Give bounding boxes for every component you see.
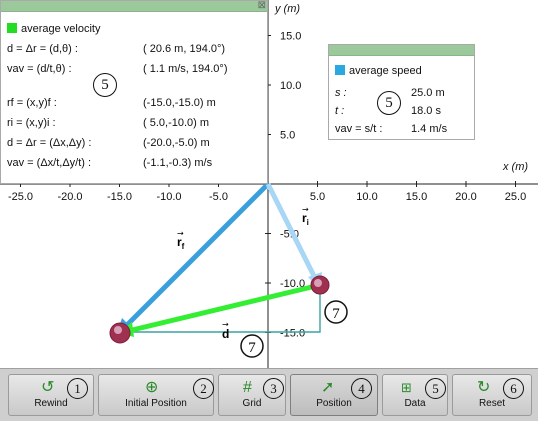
d-arrow: → (222, 320, 229, 329)
grid-button[interactable]: # 3 Grid (218, 374, 286, 416)
marker-7-left: 7 (248, 340, 256, 356)
y-axis-title: y (m) (274, 3, 300, 15)
x-tick-label: 25.0 (505, 191, 526, 203)
velocity-panel-marker: 5 (93, 73, 117, 97)
toolbar: ↺ 1 Rewind ⊕ 2 Initial Position # 3 Grid… (0, 368, 538, 421)
reset-label: Reset (478, 398, 506, 409)
initial-position-label: Initial Position (125, 398, 187, 409)
position-marker: 4 (351, 378, 372, 399)
velocity-panel-titlebar[interactable]: ⊠ (1, 0, 267, 12)
data-label: Data (404, 398, 426, 409)
velocity-row-value: ( 20.6 m, 194.0°) (143, 43, 226, 55)
rewind-button[interactable]: ↺ 1 Rewind (8, 374, 94, 416)
y-tick-label: -15.0 (280, 328, 305, 340)
y-tick-label: 10.0 (280, 80, 301, 92)
speed-row-value: 25.0 m (411, 87, 445, 99)
speed-row-value: 1.4 m/s (411, 123, 448, 135)
x-tick-label: 5.0 (310, 191, 325, 203)
rewind-marker: 1 (67, 378, 88, 399)
velocity-legend: average velocity (7, 23, 101, 35)
average-speed-panel[interactable]: average speed s : 25.0 m t : 18.0 s vav … (328, 44, 475, 140)
arrow-icon: ➚ (321, 379, 335, 396)
speed-row-label: vav = s/t : (335, 123, 383, 135)
speed-legend: average speed (335, 65, 422, 77)
velocity-legend-swatch (7, 23, 17, 33)
close-icon[interactable]: ⊠ (258, 0, 266, 11)
speed-row-value: 18.0 s (411, 105, 441, 117)
initial-position-vector (265, 182, 319, 282)
speed-row-label: s : (335, 87, 347, 99)
rf-arrow: → (177, 229, 184, 238)
y-tick-label: 15.0 (280, 31, 301, 43)
data-icon: ⊞ (401, 380, 412, 395)
x-tick-label: 20.0 (455, 191, 476, 203)
speed-row-label: t : (335, 105, 345, 117)
velocity-row-label: vav = (Δx/t,Δy/t) : (7, 157, 92, 169)
velocity-row-value: ( 1.1 m/s, 194.0°) (143, 63, 228, 75)
average-velocity-panel[interactable]: ⊠ average velocity d = Δr = (d,θ) : ( 20… (0, 0, 268, 184)
velocity-row-label: ri = (x,y)i : (7, 117, 56, 129)
reset-icon: ↻ (477, 379, 491, 396)
grid-icon: # (243, 379, 252, 396)
speed-legend-label: average speed (349, 65, 422, 77)
grid-label: Grid (242, 398, 262, 409)
velocity-legend-label: average velocity (21, 23, 101, 35)
speed-panel-marker: 5 (377, 91, 401, 115)
velocity-row-value: ( 5.0,-10.0) m (143, 117, 210, 129)
velocity-row-value: (-20.0,-5.0) m (143, 137, 210, 149)
velocity-row-value: (-1.1,-0.3) m/s (143, 157, 213, 169)
x-tick-label: -15.0 (107, 191, 132, 203)
final-position-vector (122, 182, 270, 330)
y-tick-label: 5.0 (280, 130, 295, 142)
rewind-label: Rewind (34, 398, 68, 409)
x-tick-label: -20.0 (57, 191, 82, 203)
velocity-row-label: d = Δr = (Δx,Δy) : (7, 137, 92, 149)
final-object-speckle (114, 326, 122, 334)
position-label: Position (316, 398, 352, 409)
x-tick-label: -5.0 (209, 191, 228, 203)
reset-marker: 6 (503, 378, 524, 399)
position-button[interactable]: ➚ 4 Position (290, 374, 378, 416)
speed-legend-swatch (335, 65, 345, 75)
x-tick-label: -10.0 (156, 191, 181, 203)
velocity-row-label: rf = (x,y)f : (7, 97, 57, 109)
velocity-row-value: (-15.0,-15.0) m (143, 97, 216, 109)
initial-object-speckle (314, 279, 322, 287)
speed-panel-titlebar[interactable] (329, 45, 474, 56)
initial-position-marker: 2 (193, 378, 214, 399)
x-tick-label: 15.0 (406, 191, 427, 203)
reset-button[interactable]: ↻ 6 Reset (452, 374, 532, 416)
crosshair-icon: ⊕ (145, 379, 159, 396)
marker-7-right: 7 (332, 306, 340, 322)
velocity-row-label: vav = (d/t,θ) : (7, 63, 72, 75)
x-tick-label: -25.0 (8, 191, 33, 203)
x-tick-label: 10.0 (356, 191, 377, 203)
grid-marker: 3 (263, 378, 284, 399)
d-label: d (222, 327, 229, 341)
x-axis-title: x (m) (502, 161, 528, 173)
ri-arrow: → (302, 205, 309, 214)
data-button[interactable]: ⊞ 5 Data (382, 374, 448, 416)
velocity-row-label: d = Δr = (d,θ) : (7, 43, 78, 55)
data-marker: 5 (425, 378, 446, 399)
initial-position-button[interactable]: ⊕ 2 Initial Position (98, 374, 214, 416)
rewind-icon: ↺ (41, 379, 55, 396)
